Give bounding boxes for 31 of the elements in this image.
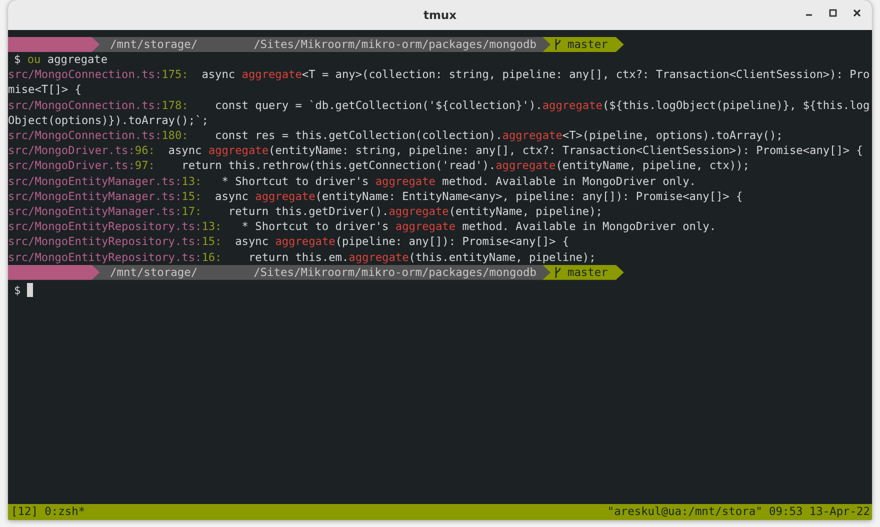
path-text: /mnt/storage/ [109,37,198,52]
path-text: /mnt/storage/ [109,264,198,280]
path-text: /Sites/Mikroorm/mikro-orm/packages/mongodb [254,264,536,280]
close-icon[interactable] [852,8,862,18]
branch-icon [554,39,562,50]
pane-title: "areskul@ua:/mnt/stora" [607,504,762,519]
search-result-line: src/MongoEntityManager.ts:13: * Shortcut to driver's aggregate method. Available in MongoDriver only. [8,174,697,189]
date-text: 13-Apr-22 [809,504,870,519]
command-argument: aggregate [47,52,108,68]
window-title: tmux [423,8,457,22]
prompt-symbol: $ [14,282,21,298]
branch-icon [554,266,562,278]
search-result-line: src/MongoEntityRepository.ts:15: async aggregate(pipeline: any[]): Promise<any[]> { [8,234,570,250]
search-result-line: src/MongoConnection.ts:178: const query = `db.getCollection('${collection}').aggregate(${this.logObject(pipeline)}, ${this.logObject(options)}).toArray();`; [8,98,871,128]
window-tab[interactable]: 0:zsh* [44,504,86,519]
search-result-line: src/MongoEntityRepository.ts:13: * Shortcut to driver's aggregate method. Available in MongoDriver only. [8,219,718,234]
search-result-line: src/MongoDriver.ts:96: async aggregate(entityName: string, pipeline: any[], ctx?: Transaction<ClientSession>): Promise<any[]> { [8,143,864,158]
search-result-line: src/MongoEntityManager.ts:15: async aggregate(entityName: EntityName<any>, pipeline: any[]): Promise<any[]> { [8,188,744,204]
command-name: ou [27,52,41,68]
session-label: [12] [11,504,38,519]
search-result-line: src/MongoEntityRepository.ts:16: return this.em.aggregate(this.entityName, pipeline); [8,250,597,265]
search-result-line: src/MongoConnection.ts:180: const res = this.getCollection(collection).aggregate<T>(pipeline, options).toArray(); [8,128,784,144]
path-text: /Sites/Mikroorm/mikro-orm/packages/mongodb [254,37,536,52]
text-cursor [27,283,34,298]
maximize-icon[interactable] [828,8,838,18]
clock-time: 09:53 [769,504,803,519]
search-result-line: src/MongoEntityManager.ts:17: return this.getDriver().aggregate(entityName, pipeline); [8,204,604,220]
branch-name: master [567,37,608,52]
search-result-line: src/MongoDriver.ts:97: return this.rethrow(this.getConnection('read').aggregate(entityName, pipeline, ctx)); [8,158,750,174]
branch-name: master [567,264,608,280]
prompt-symbol: $ [14,52,21,68]
